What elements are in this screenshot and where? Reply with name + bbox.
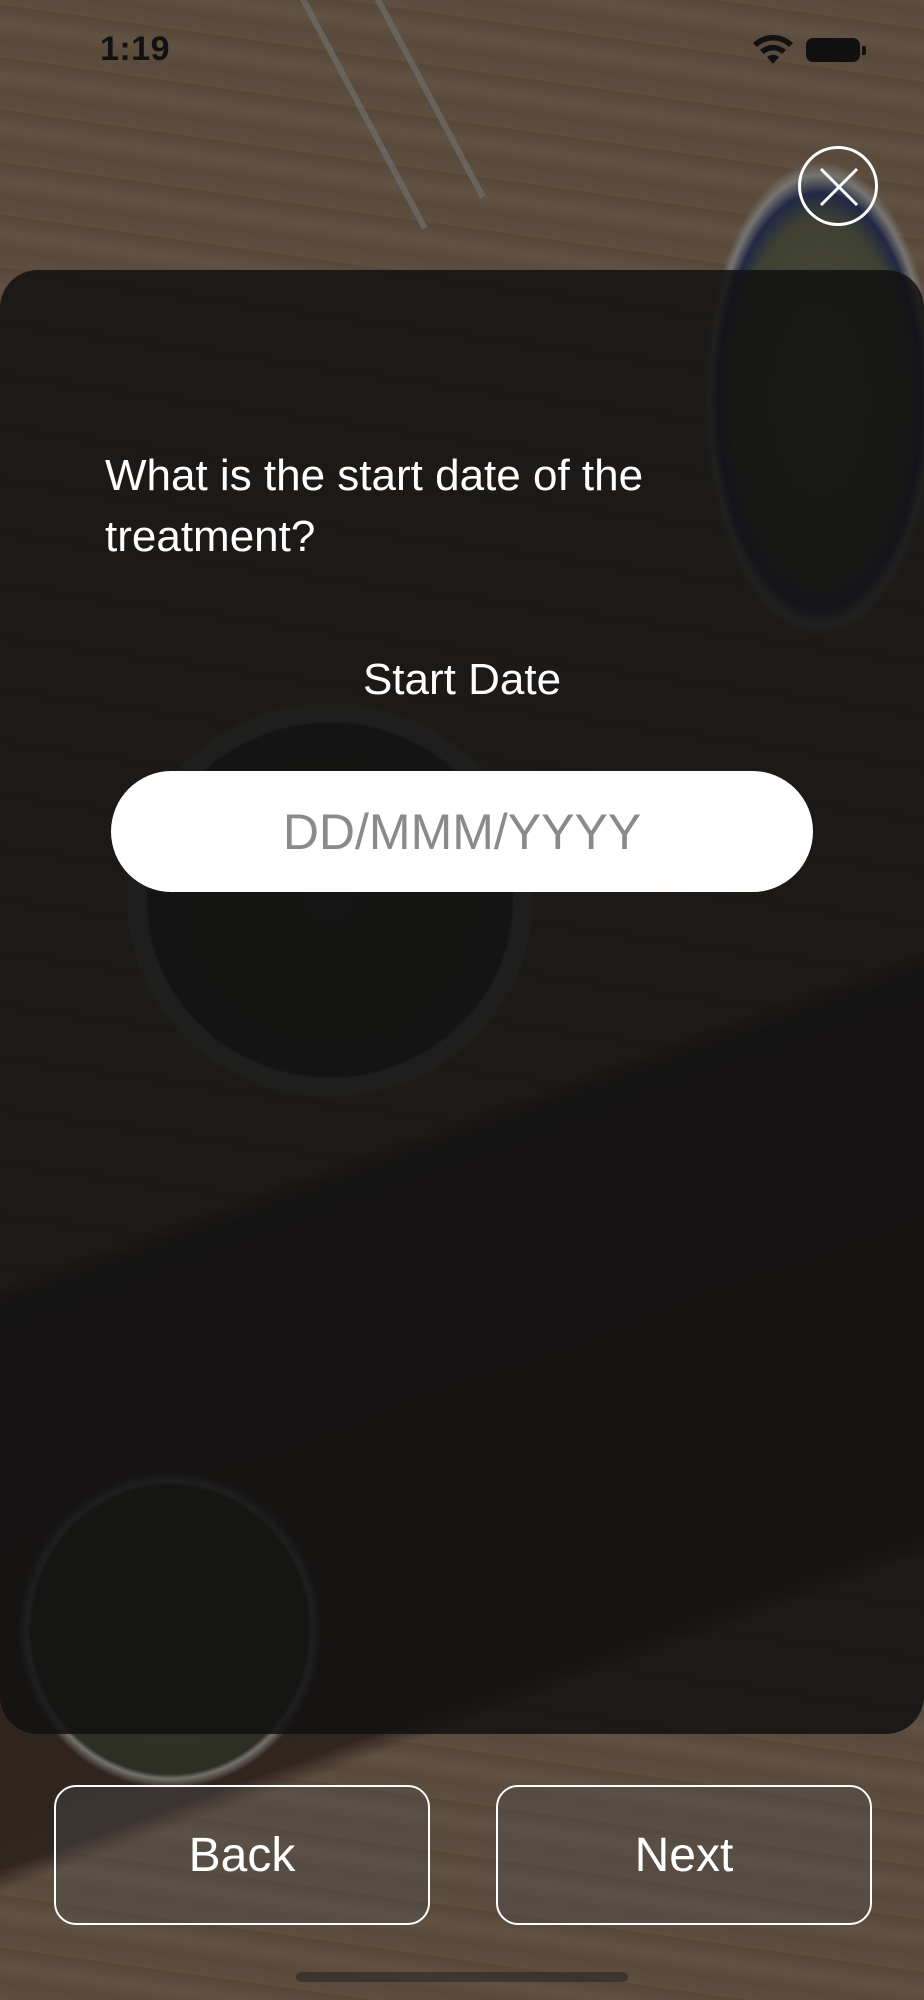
close-button[interactable] [798,146,878,226]
question-text: What is the start date of the treatment? [105,451,644,561]
battery-icon [806,38,866,62]
back-button[interactable]: Back [54,1785,430,1925]
start-date-label: Start Date [362,655,562,704]
wifi-icon [752,34,794,66]
close-icon [819,167,859,207]
start-date-input[interactable] [111,771,813,892]
status-time: 1:19 [100,30,171,68]
status-bar: 1:19 [0,0,924,100]
home-indicator [296,1972,628,1982]
next-button[interactable]: Next [496,1785,872,1925]
